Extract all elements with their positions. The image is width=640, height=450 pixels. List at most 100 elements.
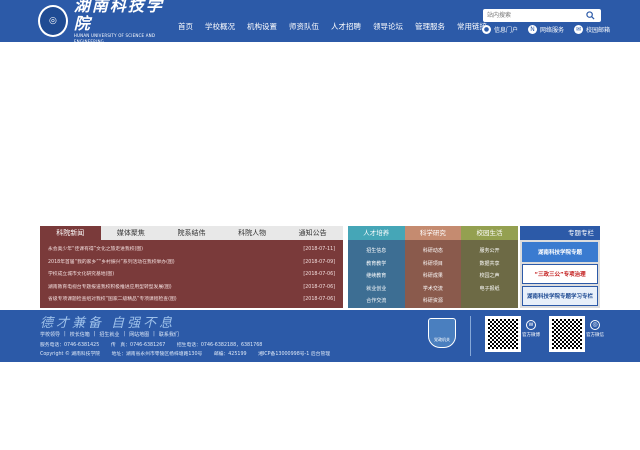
column-link[interactable]: 科研动态 (405, 245, 462, 258)
government-badge-icon[interactable]: 党政机关 (428, 318, 456, 348)
quick-campus-mail[interactable]: ✉ 校园邮箱 (574, 25, 610, 34)
footer-separator: | (93, 331, 96, 337)
footer-separator: | (123, 331, 126, 337)
news-item[interactable]: 省级专项课题检查组对我校“国家二级精品”专项课程检查(图) [2018-07-0… (48, 294, 335, 307)
footer-separator: | (64, 331, 66, 337)
news-title: 2018年首届“我的家乡”“乡村振兴”系列活动在我校举办(图) (48, 259, 175, 265)
topic-banner[interactable]: 湖南科技学院专题 (522, 242, 598, 262)
footer-slogan: 德才兼备 自强不息 (40, 316, 176, 331)
footer-links: 学校领导 | 校长信箱 | 招生就业 | 网站地图 | 联系我们 (40, 331, 183, 338)
tab-campus-people[interactable]: 科院人物 (222, 226, 283, 240)
footer-copyright: Copyright © 湖南科技学院 地址：湖南省永州市零陵区杨梓塘路130号 … (40, 350, 340, 357)
column-link[interactable]: 科研资源 (405, 295, 462, 308)
logo-text: 湖南科技学院 HUNAN UNIVERSITY OF SCIENCE AND E… (74, 0, 178, 45)
column-talent-title[interactable]: 人才培养 (348, 226, 405, 240)
wechat-icon: ◎ (590, 320, 600, 330)
column-link[interactable]: 招生信息 (348, 245, 405, 258)
banner-area (0, 42, 640, 225)
footer-link[interactable]: 学校领导 (40, 331, 60, 338)
news-tabs: 科院新闻 媒体聚焦 院系结伟 科院人物 通知公告 (40, 226, 343, 240)
main-nav: 首页 学校概况 机构设置 师资队伍 人才招聘 领导论坛 管理服务 常用链接 (178, 20, 499, 34)
weibo-icon: w (526, 320, 536, 330)
logo-cn: 湖南科技学院 (73, 0, 164, 33)
site-header: ◎ 湖南科技学院 HUNAN UNIVERSITY OF SCIENCE AND… (0, 0, 640, 44)
tab-notices[interactable]: 通知公告 (282, 226, 343, 240)
search-box (483, 9, 601, 22)
footer-contact: 服务电话：0746-6381425 传 真：0746-6381267 招生电话：… (40, 341, 272, 348)
weibo-label: 官方微博 (522, 333, 540, 338)
news-title: 永会奥少年“佳课有得”文化之旅走进我校(图) (48, 247, 144, 252)
column-link[interactable]: 学术交流 (405, 283, 462, 296)
quick-network-service-label: 网络服务 (540, 27, 565, 34)
site-footer: 德才兼备 自强不息 学校领导 | 校长信箱 | 招生就业 | 网站地图 | 联系… (0, 310, 640, 362)
nav-recruitment[interactable]: 人才招聘 (331, 20, 361, 34)
weibo-link[interactable]: w 官方微博 (522, 320, 540, 338)
column-link[interactable]: 合作交流 (348, 295, 405, 308)
site-logo[interactable]: ◎ 湖南科技学院 HUNAN UNIVERSITY OF SCIENCE AND… (38, 0, 178, 44)
wechat-label: 官方微信 (586, 333, 604, 338)
column-link[interactable]: 服务公开 (461, 245, 518, 258)
nav-overview[interactable]: 学校概况 (205, 20, 235, 34)
nav-departments[interactable]: 机构设置 (247, 20, 277, 34)
column-talent: 人才培养 招生信息 教育教学 继续教育 就业创业 合作交流 (348, 226, 405, 308)
column-link[interactable]: 校园之声 (461, 270, 518, 283)
user-icon: ● (482, 25, 491, 34)
footer-icp[interactable]: 湘ICP备13000998号-1 后台管理 (258, 352, 330, 357)
tab-media-focus[interactable]: 媒体聚焦 (101, 226, 162, 240)
news-panel: 科院新闻 媒体聚焦 院系结伟 科院人物 通知公告 永会奥少年“佳课有得”文化之旅… (40, 226, 343, 308)
topic-banner[interactable]: 湖南科技学院专题学习专栏 (522, 286, 598, 306)
column-campus-life: 校园生活 服务公开 数据共享 校园之声 电子报纸 (461, 226, 518, 308)
news-title: 学校成立城市文化研究基地(图) (48, 272, 115, 277)
column-link[interactable]: 继续教育 (348, 270, 405, 283)
tab-department-news[interactable]: 院系结伟 (161, 226, 222, 240)
quick-info-portal[interactable]: ● 信息门户 (482, 25, 518, 34)
footer-divider (470, 316, 471, 356)
news-date: [2018-07-06] (303, 297, 335, 302)
column-link[interactable]: 数据共享 (461, 258, 518, 271)
news-title: 湖南教育电视台专题报道我校积极推进应用型转型发展(图) (48, 284, 172, 290)
quick-network-service[interactable]: N 网络服务 (528, 25, 564, 34)
quick-info-portal-label: 信息门户 (494, 27, 519, 34)
search-button[interactable] (583, 9, 597, 22)
footer-phone: 服务电话：0746-6381425 (40, 343, 100, 348)
column-research: 科学研究 科研动态 科研项目 科研成果 学术交流 科研资源 (404, 226, 462, 308)
column-research-title[interactable]: 科学研究 (404, 226, 462, 240)
search-icon (585, 11, 595, 20)
footer-link[interactable]: 招生就业 (99, 331, 119, 338)
footer-fax: 传 真：0746-6381267 (110, 343, 166, 348)
nav-services[interactable]: 管理服务 (415, 20, 445, 34)
footer-link[interactable]: 联系我们 (159, 331, 179, 338)
column-link[interactable]: 电子报纸 (461, 283, 518, 296)
column-link[interactable]: 科研成果 (405, 270, 462, 283)
column-link[interactable]: 科研项目 (405, 258, 462, 271)
news-item[interactable]: 学校成立城市文化研究基地(图) [2018-07-06] (48, 269, 335, 282)
news-date: [2018-07-09] (303, 259, 335, 265)
mail-icon: ✉ (574, 25, 584, 34)
wechat-qr-code (549, 316, 585, 352)
column-campus-life-title[interactable]: 校园生活 (461, 226, 518, 240)
news-date: [2018-07-06] (303, 284, 335, 290)
news-item[interactable]: 2018年首届“我的家乡”“乡村振兴”系列活动在我校举办(图) [2018-07… (48, 257, 335, 270)
footer-link[interactable]: 校长信箱 (70, 331, 90, 338)
column-link[interactable]: 就业创业 (348, 283, 405, 296)
news-title: 省级专项课题检查组对我校“国家二级精品”专项课程检查(图) (48, 297, 177, 302)
wechat-link[interactable]: ◎ 官方微信 (586, 320, 604, 338)
network-icon: N (528, 25, 538, 34)
nav-home[interactable]: 首页 (178, 20, 193, 34)
nav-faculty[interactable]: 师资队伍 (289, 20, 319, 34)
topics-panel: 专题专栏 湖南科技学院专题 “三政三公”专项治理 湖南科技学院专题学习专栏 (520, 226, 600, 308)
footer-separator: | (153, 331, 155, 337)
nav-leadership-forum[interactable]: 领导论坛 (373, 20, 403, 34)
search-input[interactable] (483, 10, 583, 21)
footer-address: 地址：湖南省永州市零陵区杨梓塘路130号 (111, 352, 203, 357)
news-item[interactable]: 永会奥少年“佳课有得”文化之旅走进我校(图) [2018-07-11] (48, 244, 335, 257)
copyright-text: Copyright © 湖南科技学院 (40, 352, 101, 357)
tab-campus-news[interactable]: 科院新闻 (40, 226, 101, 240)
column-link[interactable]: 教育教学 (348, 258, 405, 271)
school-emblem-icon: ◎ (38, 5, 68, 37)
footer-link[interactable]: 网站地图 (129, 331, 149, 338)
news-item[interactable]: 湖南教育电视台专题报道我校积极推进应用型转型发展(图) [2018-07-06] (48, 282, 335, 295)
topic-banner[interactable]: “三政三公”专项治理 (522, 264, 598, 284)
quick-links: ● 信息门户 N 网络服务 ✉ 校园邮箱 (482, 25, 620, 34)
government-badge-label: 党政机关 (434, 337, 450, 342)
